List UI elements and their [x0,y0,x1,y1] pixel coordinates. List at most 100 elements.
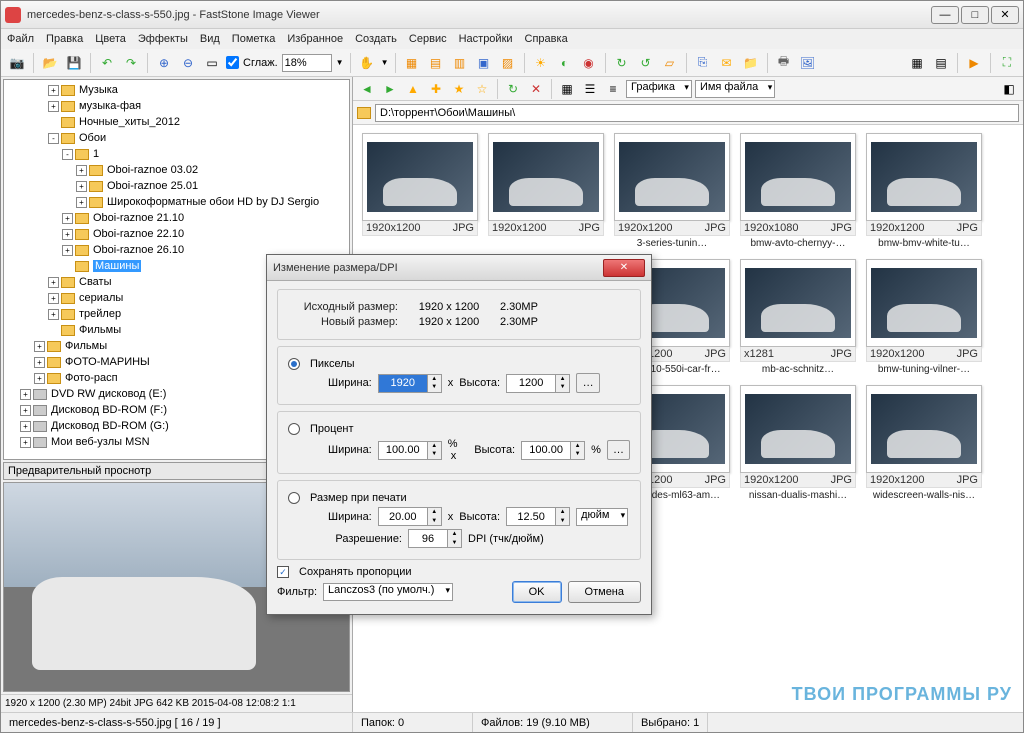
maximize-button[interactable]: □ [961,6,989,24]
delete-icon[interactable]: ✕ [526,79,546,99]
width-px-input[interactable]: ▲▼ [378,374,442,393]
slideshow-icon[interactable]: ▶ [964,53,984,73]
camera-icon[interactable]: 📷 [7,53,27,73]
height-pct-input[interactable]: ▲▼ [521,441,585,460]
tree-item[interactable]: +Музыка [6,82,347,98]
mail-icon[interactable]: ✉ [717,53,737,73]
menu-Избранное[interactable]: Избранное [287,33,343,45]
back-icon[interactable]: ◄ [357,79,377,99]
width-pct-input[interactable]: ▲▼ [378,441,442,460]
sun-icon[interactable]: ☀ [531,53,551,73]
menu-Пометка[interactable]: Пометка [232,33,276,45]
redo-icon[interactable]: ↻ [612,53,632,73]
height-print-input[interactable]: ▲▼ [506,507,570,526]
titlebar: mercedes-benz-s-class-s-550.jpg - FastSt… [1,1,1023,29]
width-print-input[interactable]: ▲▼ [378,507,442,526]
new-size-label: Новый размер: [288,316,398,328]
keep-ratio-checkbox[interactable]: ✓ [277,566,289,578]
percent-radio[interactable] [288,423,300,435]
view2-icon[interactable]: ▤ [931,53,951,73]
rotate-right-icon[interactable]: ↷ [121,53,141,73]
thumbnail[interactable]: 1920x1200JPG3-series-tunin… [613,133,731,249]
open-icon[interactable]: 📂 [40,53,60,73]
unit-dropdown[interactable]: дюйм [576,508,628,526]
tree-item[interactable]: +Oboi-raznoe 22.10 [6,226,347,242]
refresh-icon[interactable]: ↻ [503,79,523,99]
thumbview-icon[interactable]: ▦ [557,79,577,99]
filter-dropdown[interactable]: Lanczos3 (по умолч.) [323,583,453,601]
thumbnail[interactable]: 1920x1200JPGwidescreen-walls-nis… [865,385,983,501]
close-button[interactable]: ✕ [991,6,1019,24]
ok-button[interactable]: OK [512,581,562,603]
tree-item[interactable]: Ночные_хиты_2012 [6,114,347,130]
tool2-icon[interactable]: ▤ [426,53,446,73]
menu-Создать[interactable]: Создать [355,33,397,45]
sort-dropdown[interactable]: Имя файла [695,80,775,98]
thumbnail[interactable]: x1281JPGmb-ac-schnitz… [739,259,857,375]
fav1-icon[interactable]: ★ [449,79,469,99]
save-icon[interactable]: 💾 [64,53,84,73]
color-icon[interactable]: ◉ [579,53,599,73]
rotate-left-icon[interactable]: ↶ [97,53,117,73]
thumbnail[interactable]: 1920x1200JPGbmw-tuning-vilner-… [865,259,983,375]
menu-Настройки[interactable]: Настройки [459,33,513,45]
dpi-input[interactable]: ▲▼ [408,529,462,548]
tree-item[interactable]: -Обои [6,130,347,146]
tool1-icon[interactable]: ▦ [402,53,422,73]
zoom-out-icon[interactable]: ⊖ [178,53,198,73]
contrast-icon[interactable]: ◐ [555,53,575,73]
tree-item[interactable]: -1 [6,146,347,162]
tool4-icon[interactable]: ▣ [474,53,494,73]
aspect-button[interactable]: … [576,373,600,393]
tree-item[interactable]: +Oboi-raznoe 25.01 [6,178,347,194]
tree-item[interactable]: +Oboi-raznoe 21.10 [6,210,347,226]
fav2-icon[interactable]: ☆ [472,79,492,99]
cancel-button[interactable]: Отмена [568,581,641,603]
fit-icon[interactable]: ▭ [202,53,222,73]
tree-item[interactable]: +музыка-фая [6,98,347,114]
tool3-icon[interactable]: ▥ [450,53,470,73]
copy-icon[interactable]: ⎘ [693,53,713,73]
smooth-checkbox[interactable] [226,56,239,69]
listview-icon[interactable]: ☰ [580,79,600,99]
menu-Эффекты[interactable]: Эффекты [138,33,188,45]
path-input[interactable] [375,104,1019,122]
hand-icon[interactable]: ✋ [357,53,377,73]
pixels-radio[interactable] [288,358,300,370]
collapse-icon[interactable]: ◧ [999,79,1019,99]
thumbnail[interactable]: 1920x1200JPGnissan-dualis-mashi… [739,385,857,501]
minimize-button[interactable]: — [931,6,959,24]
zoom-input[interactable] [282,54,332,72]
print-icon[interactable]: 🖶 [774,53,794,73]
view1-icon[interactable]: ▦ [907,53,927,73]
wallpaper-icon[interactable]: 🖼 [798,53,818,73]
status-folders: Папок: 0 [353,713,473,732]
menu-Цвета[interactable]: Цвета [95,33,126,45]
thumbnail[interactable]: 1920x1200JPG [487,133,605,249]
menu-Сервис[interactable]: Сервис [409,33,447,45]
menu-Правка[interactable]: Правка [46,33,83,45]
zoom-in-icon[interactable]: ⊕ [154,53,174,73]
thumbnail[interactable]: 1920x1200JPGbmw-bmv-white-tu… [865,133,983,249]
print-radio[interactable] [288,492,300,504]
filter-dropdown[interactable]: Графика [626,80,692,98]
undo-icon[interactable]: ↺ [636,53,656,73]
height-px-input[interactable]: ▲▼ [506,374,570,393]
up-icon[interactable]: ▲ [403,79,423,99]
detailview-icon[interactable]: ≡ [603,79,623,99]
thumbnail[interactable]: 1920x1200JPG [361,133,479,249]
forward-icon[interactable]: ► [380,79,400,99]
tree-item[interactable]: +Oboi-raznoe 03.02 [6,162,347,178]
aspect-button-2[interactable]: … [607,440,630,460]
tree-item[interactable]: +Широкоформатные обои HD by DJ Sergio [6,194,347,210]
newfolder-icon[interactable]: ✚ [426,79,446,99]
dialog-close-button[interactable]: ✕ [603,259,645,277]
thumbnail[interactable]: 1920x1080JPGbmw-avto-chernyy-… [739,133,857,249]
folder-icon[interactable]: 📁 [741,53,761,73]
menu-Справка[interactable]: Справка [525,33,568,45]
menu-Файл[interactable]: Файл [7,33,34,45]
fullscreen-icon[interactable]: ⛶ [997,53,1017,73]
tool5-icon[interactable]: ▨ [498,53,518,73]
crop-icon[interactable]: ▱ [660,53,680,73]
menu-Вид[interactable]: Вид [200,33,220,45]
